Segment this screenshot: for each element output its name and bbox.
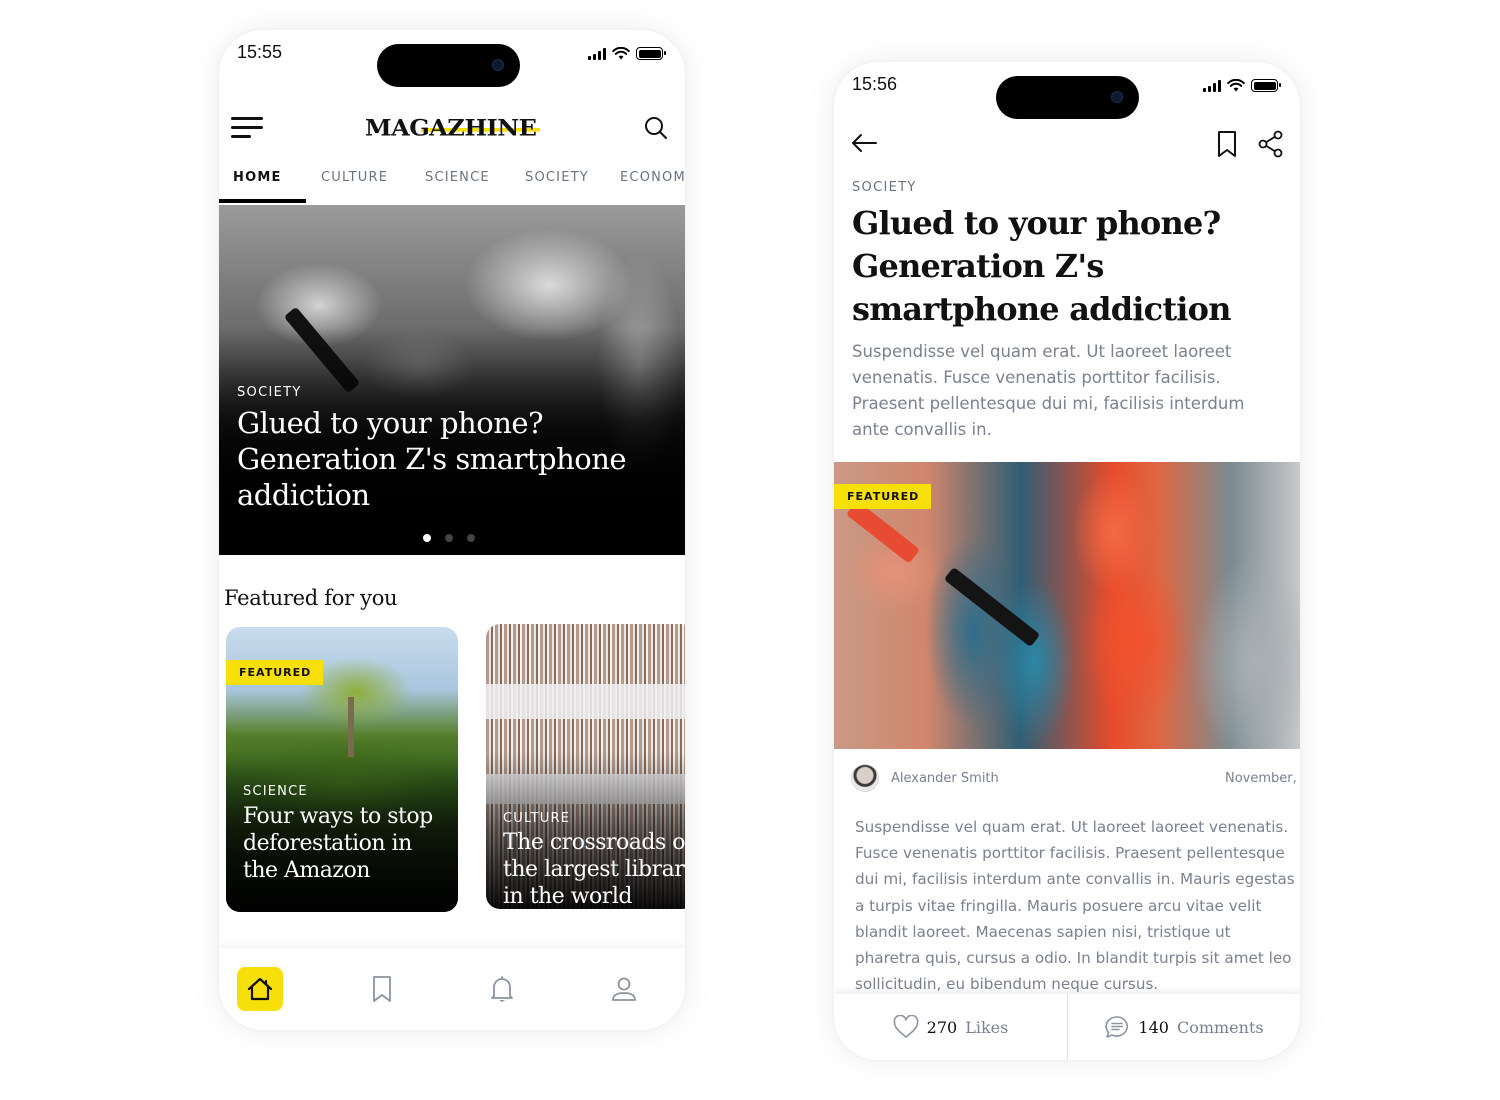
signal-icon xyxy=(588,47,606,60)
card-title-line: the Amazon xyxy=(243,858,370,883)
wifi-icon xyxy=(612,47,630,60)
carousel-dot[interactable] xyxy=(467,534,475,542)
article-title: Glued to your phone? Generation Z's smar… xyxy=(852,204,1231,328)
featured-badge: FEATURED xyxy=(226,660,324,685)
image-detail xyxy=(845,500,921,564)
app-header: MAGAZHINE xyxy=(219,105,685,155)
status-time: 15:56 xyxy=(852,74,898,94)
likes-count: 270 xyxy=(926,1017,958,1037)
logo-text: MAGAZHINE xyxy=(365,114,537,141)
article-actions: 270 Likes 140 Comments xyxy=(834,994,1300,1060)
status-icons xyxy=(1203,79,1281,92)
status-icons xyxy=(588,47,666,60)
article-screen-phone: 15:56 SOCIETY Glued to your phone? Gener… xyxy=(834,62,1300,1060)
featured-card-amazon[interactable]: FEATURED SCIENCE Four ways to stop defor… xyxy=(226,627,458,912)
app-logo[interactable]: MAGAZHINE xyxy=(365,114,541,141)
active-tab-indicator xyxy=(219,199,306,203)
status-bar: 15:56 xyxy=(834,62,1300,122)
bell-icon xyxy=(491,976,513,1002)
arrow-left-icon xyxy=(852,134,877,152)
home-screen-phone: 15:55 MAGAZHINE HOME CULTURE SCIENCE SOC… xyxy=(219,30,685,1030)
featured-card-library[interactable]: CULTURE The crossroads of the largest li… xyxy=(486,624,685,909)
card-title-line: deforestation in xyxy=(243,831,412,856)
tab-science[interactable]: SCIENCE xyxy=(425,170,490,185)
card-title-line: Four ways to stop xyxy=(243,804,433,829)
carousel-dot[interactable] xyxy=(423,534,431,542)
signal-icon xyxy=(1203,79,1221,92)
share-button[interactable] xyxy=(1258,130,1284,162)
search-icon xyxy=(645,117,667,139)
featured-badge: FEATURED xyxy=(834,484,932,509)
carousel-dots xyxy=(423,534,475,542)
dynamic-island xyxy=(996,76,1139,119)
nav-profile[interactable] xyxy=(601,967,647,1011)
card-title: The crossroads of the largest library in… xyxy=(503,829,685,909)
author-avatar[interactable] xyxy=(851,764,879,792)
wifi-icon xyxy=(1227,79,1245,92)
battery-icon xyxy=(1251,79,1281,92)
tab-culture[interactable]: CULTURE xyxy=(321,170,388,185)
hero-title: Glued to your phone? Generation Z's smar… xyxy=(237,406,627,512)
menu-button[interactable] xyxy=(231,115,265,141)
home-icon xyxy=(247,977,273,1001)
status-time: 15:55 xyxy=(237,42,283,62)
post-date: November, 2 xyxy=(1225,771,1300,786)
comment-icon xyxy=(1105,1016,1129,1038)
card-category: SCIENCE xyxy=(243,784,308,799)
card-category: CULTURE xyxy=(503,811,571,826)
camera-icon xyxy=(492,59,504,71)
menu-icon-line xyxy=(231,135,251,138)
comments-label: Comments xyxy=(1176,1017,1264,1037)
carousel-dot[interactable] xyxy=(445,534,453,542)
card-title-line: the largest library xyxy=(503,857,685,882)
article-image: FEATURED xyxy=(834,462,1300,749)
back-button[interactable] xyxy=(850,132,878,158)
article-category: SOCIETY xyxy=(852,180,917,195)
dynamic-island xyxy=(377,44,520,87)
camera-icon xyxy=(1111,91,1123,103)
bookmark-icon xyxy=(373,976,391,1002)
hero-story[interactable]: SOCIETY Glued to your phone? Generation … xyxy=(219,205,685,555)
author-row: Alexander Smith November, 2 xyxy=(834,762,1300,796)
comments-count: 140 xyxy=(1138,1017,1169,1037)
bookmark-button[interactable] xyxy=(1216,130,1238,162)
author-name[interactable]: Alexander Smith xyxy=(891,771,999,786)
tab-home[interactable]: HOME xyxy=(233,170,282,185)
comments-button[interactable]: 140 Comments xyxy=(1068,994,1300,1060)
image-detail xyxy=(943,566,1041,648)
card-title-line: The crossroads of xyxy=(503,830,685,855)
bottom-navigation xyxy=(219,948,685,1030)
user-icon xyxy=(612,977,636,1001)
menu-icon xyxy=(231,117,263,120)
likes-label: Likes xyxy=(965,1017,1009,1037)
category-tabs: HOME CULTURE SCIENCE SOCIETY ECONOM xyxy=(219,170,685,205)
heart-icon xyxy=(893,1015,919,1038)
article-toolbar xyxy=(834,124,1300,164)
menu-icon-line xyxy=(231,126,263,129)
article-lede: Suspendisse vel quam erat. Ut laoreet la… xyxy=(852,342,1245,439)
bookmark-icon xyxy=(1218,131,1236,157)
battery-icon xyxy=(636,47,666,60)
tab-society[interactable]: SOCIETY xyxy=(525,170,589,185)
status-bar: 15:55 xyxy=(219,30,685,90)
nav-home[interactable] xyxy=(237,967,283,1011)
card-title-line: in the world xyxy=(503,884,632,909)
share-icon xyxy=(1258,130,1283,158)
nav-saved[interactable] xyxy=(359,967,405,1011)
search-button[interactable] xyxy=(643,115,669,141)
tab-economy[interactable]: ECONOM xyxy=(620,170,685,185)
card-title: Four ways to stop deforestation in the A… xyxy=(243,803,433,884)
nav-notifications[interactable] xyxy=(479,967,525,1011)
section-title: Featured for you xyxy=(224,586,398,610)
article-body: Suspendisse vel quam erat. Ut laoreet la… xyxy=(855,818,1295,994)
like-button[interactable]: 270 Likes xyxy=(834,994,1067,1060)
hero-category: SOCIETY xyxy=(237,385,302,400)
